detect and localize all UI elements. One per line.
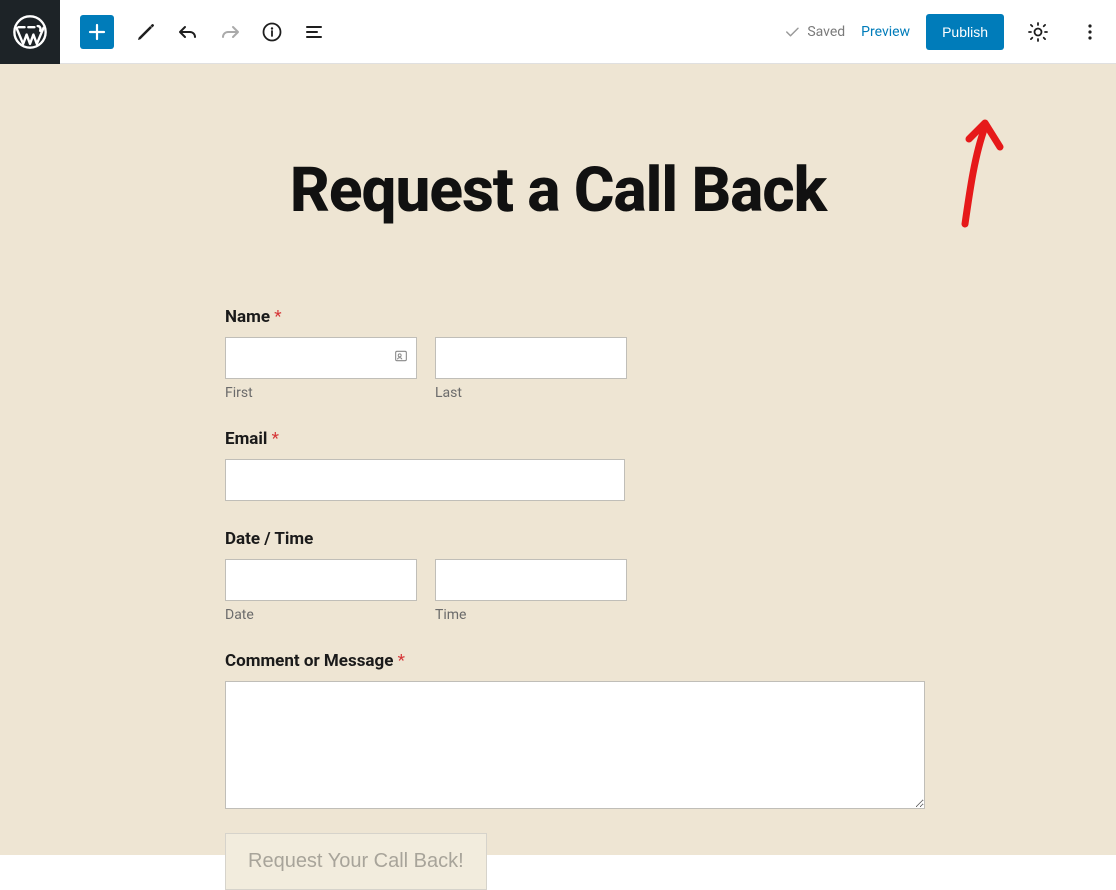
time-sublabel: Time bbox=[435, 607, 627, 623]
info-icon bbox=[260, 20, 284, 44]
comment-textarea[interactable] bbox=[225, 681, 925, 809]
submit-button[interactable]: Request Your Call Back! bbox=[225, 833, 487, 890]
redo-button[interactable] bbox=[212, 14, 248, 50]
name-label: Name * bbox=[225, 307, 925, 327]
toolbar-right: Saved Preview Publish bbox=[783, 14, 1116, 50]
redo-icon bbox=[218, 20, 242, 44]
save-status-text: Saved bbox=[807, 24, 845, 40]
form-block: Name * First Last Email * bbox=[225, 307, 925, 890]
required-mark: * bbox=[398, 651, 405, 671]
wordpress-icon bbox=[13, 15, 47, 49]
email-label: Email * bbox=[225, 429, 925, 449]
required-mark: * bbox=[272, 429, 279, 449]
publish-button[interactable]: Publish bbox=[926, 14, 1004, 50]
plus-icon bbox=[85, 20, 109, 44]
edit-mode-button[interactable] bbox=[128, 14, 164, 50]
email-input[interactable] bbox=[225, 459, 625, 501]
editor-canvas: Request a Call Back Name * First Last bbox=[0, 64, 1116, 855]
overflow-menu-icon bbox=[1078, 20, 1102, 44]
outline-button[interactable] bbox=[296, 14, 332, 50]
date-sublabel: Date bbox=[225, 607, 417, 623]
comment-label: Comment or Message * bbox=[225, 651, 925, 671]
undo-icon bbox=[176, 20, 200, 44]
name-label-text: Name bbox=[225, 307, 270, 327]
toolbar-left bbox=[60, 14, 332, 50]
contact-card-icon bbox=[393, 348, 409, 368]
required-mark: * bbox=[274, 307, 281, 327]
add-block-button[interactable] bbox=[80, 15, 114, 49]
first-name-input[interactable] bbox=[225, 337, 417, 379]
last-name-input[interactable] bbox=[435, 337, 627, 379]
date-input[interactable] bbox=[225, 559, 417, 601]
save-status: Saved bbox=[783, 23, 845, 41]
page-title[interactable]: Request a Call Back bbox=[0, 154, 1116, 227]
check-icon bbox=[783, 23, 801, 41]
wp-logo[interactable] bbox=[0, 0, 60, 64]
preview-link[interactable]: Preview bbox=[861, 24, 910, 40]
more-options-button[interactable] bbox=[1072, 14, 1108, 50]
settings-button[interactable] bbox=[1020, 14, 1056, 50]
last-sublabel: Last bbox=[435, 385, 627, 401]
time-input[interactable] bbox=[435, 559, 627, 601]
editor-toolbar: Saved Preview Publish bbox=[0, 0, 1116, 64]
undo-button[interactable] bbox=[170, 14, 206, 50]
pencil-icon bbox=[134, 20, 158, 44]
datetime-label: Date / Time bbox=[225, 529, 925, 549]
info-button[interactable] bbox=[254, 14, 290, 50]
list-view-icon bbox=[302, 20, 326, 44]
first-sublabel: First bbox=[225, 385, 417, 401]
gear-icon bbox=[1026, 20, 1050, 44]
email-label-text: Email bbox=[225, 429, 267, 449]
comment-label-text: Comment or Message bbox=[225, 651, 393, 671]
